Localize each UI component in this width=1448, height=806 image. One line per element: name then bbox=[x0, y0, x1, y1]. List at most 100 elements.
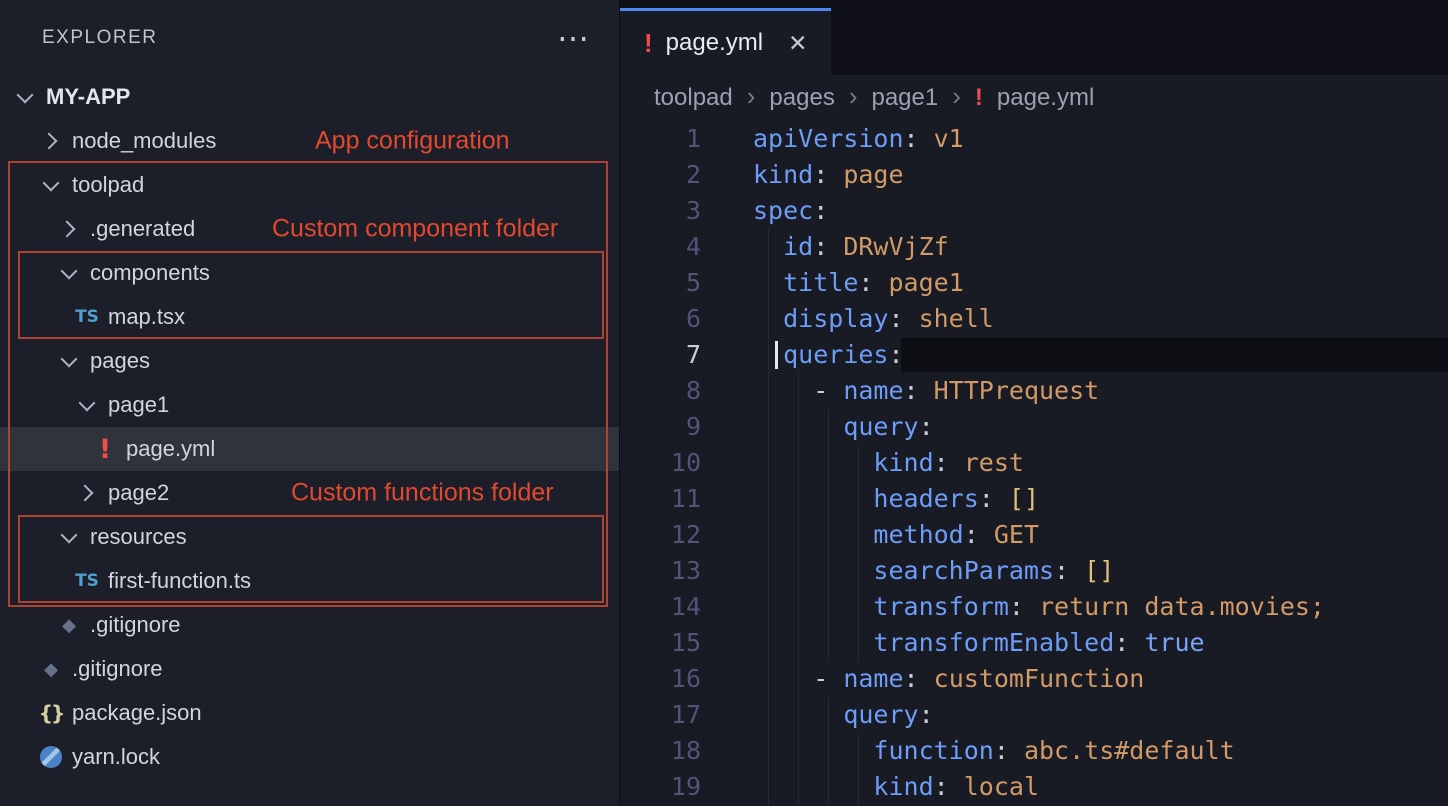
indent-guide bbox=[798, 661, 799, 697]
breadcrumb-item-toolpad[interactable]: toolpad bbox=[654, 84, 733, 112]
code-line-4[interactable]: 4 id: DRwVjZf bbox=[620, 229, 1448, 265]
indent-guide bbox=[798, 481, 799, 517]
breadcrumb: toolpad›pages›page1›!page.yml bbox=[620, 75, 1448, 121]
code-line-6[interactable]: 6 display: shell bbox=[620, 301, 1448, 337]
code-text: title: page1 bbox=[753, 265, 1448, 301]
code-line-16[interactable]: 16 - name: customFunction bbox=[620, 661, 1448, 697]
chevron-down-icon bbox=[56, 348, 82, 374]
indent-guide bbox=[858, 553, 859, 589]
indent-guide bbox=[768, 301, 769, 337]
code-line-14[interactable]: 14 transform: return data.movies; bbox=[620, 589, 1448, 625]
tree-item-package-json[interactable]: {}package.json bbox=[0, 691, 619, 735]
tab-label: page.yml bbox=[666, 29, 763, 57]
code-line-13[interactable]: 13 searchParams: [] bbox=[620, 553, 1448, 589]
indent-guide bbox=[828, 589, 829, 625]
indent-guide bbox=[768, 517, 769, 553]
code-line-2[interactable]: 2kind: page bbox=[620, 157, 1448, 193]
tree-item-page1[interactable]: page1 bbox=[0, 383, 619, 427]
tree-item-label: .generated bbox=[90, 216, 195, 242]
line-number: 10 bbox=[620, 445, 701, 481]
line-number: 1 bbox=[620, 121, 701, 157]
code-editor[interactable]: 1 apiVersion: v12kind: page3spec:4 id: DR… bbox=[620, 121, 1448, 806]
chevron-right-icon bbox=[56, 216, 82, 242]
chevron-right-icon bbox=[38, 128, 64, 154]
line-number: 15 bbox=[620, 625, 701, 661]
vscode-window: EXPLORER ⋯ MY-APP node_modulesApp config… bbox=[0, 0, 1448, 806]
indent-guide bbox=[828, 481, 829, 517]
chevron-down-icon bbox=[12, 84, 38, 110]
indent-guide bbox=[858, 481, 859, 517]
indent-guide bbox=[768, 661, 769, 697]
tree-item--generated[interactable]: .generatedCustom component folder bbox=[0, 207, 619, 251]
tree-root-my-app[interactable]: MY-APP bbox=[0, 75, 619, 119]
tree-item-label: components bbox=[90, 260, 210, 286]
indent-guide bbox=[768, 769, 769, 805]
indent-guide bbox=[858, 445, 859, 481]
code-line-1[interactable]: 1 apiVersion: v1 bbox=[620, 121, 1448, 157]
line-number: 9 bbox=[620, 409, 701, 445]
indent-guide bbox=[768, 733, 769, 769]
line-number: 3 bbox=[620, 193, 701, 229]
breadcrumb-separator: › bbox=[952, 81, 961, 112]
git-icon: ◆ bbox=[38, 656, 64, 682]
tree-item-label: toolpad bbox=[72, 172, 144, 198]
chevron-down-icon bbox=[56, 260, 82, 286]
code-line-17[interactable]: 17 query: bbox=[620, 697, 1448, 733]
indent-guide bbox=[828, 625, 829, 661]
tree-root-label: MY-APP bbox=[46, 84, 130, 110]
tree-item-components[interactable]: components bbox=[0, 251, 619, 295]
tree-item-first-function-ts[interactable]: TSfirst-function.ts bbox=[0, 559, 619, 603]
code-line-10[interactable]: 10 kind: rest bbox=[620, 445, 1448, 481]
tree-item-toolpad[interactable]: toolpad bbox=[0, 163, 619, 207]
tree-item-label: resources bbox=[90, 524, 187, 550]
code-line-15[interactable]: 15 transformEnabled: true bbox=[620, 625, 1448, 661]
tree-item-yarn-lock[interactable]: yarn.lock bbox=[0, 735, 619, 779]
code-text: query: bbox=[753, 409, 1448, 445]
code-text: transformEnabled: true bbox=[753, 625, 1448, 661]
annotation-text: Custom functions folder bbox=[291, 479, 554, 508]
more-actions-icon[interactable]: ⋯ bbox=[557, 22, 589, 54]
tree-item-label: page2 bbox=[108, 480, 169, 506]
code-text: kind: local bbox=[753, 769, 1448, 805]
line-number: 18 bbox=[620, 733, 701, 769]
tab-bar: ! page.yml ✕ bbox=[620, 0, 1448, 75]
tree-item-node-modules[interactable]: node_modulesApp configuration bbox=[0, 119, 619, 163]
indent-guide bbox=[768, 265, 769, 301]
code-text: queries: bbox=[753, 337, 1448, 373]
indent-guide bbox=[768, 445, 769, 481]
code-text: function: abc.ts#default bbox=[753, 733, 1448, 769]
tree-item-map-tsx[interactable]: TSmap.tsx bbox=[0, 295, 619, 339]
code-line-8[interactable]: 8 - name: HTTPrequest bbox=[620, 373, 1448, 409]
file-tree: node_modulesApp configuration toolpad .gen… bbox=[0, 119, 619, 779]
indent-guide bbox=[798, 589, 799, 625]
breadcrumb-item-page-yml[interactable]: page.yml bbox=[997, 84, 1094, 112]
close-icon[interactable]: ✕ bbox=[788, 30, 807, 57]
line-number: 2 bbox=[620, 157, 701, 193]
code-line-3[interactable]: 3spec: bbox=[620, 193, 1448, 229]
tree-item-page-yml[interactable]: !page.yml bbox=[0, 427, 619, 471]
code-text: apiVersion: v1 bbox=[753, 121, 1448, 157]
code-line-18[interactable]: 18 function: abc.ts#default bbox=[620, 733, 1448, 769]
indent-guide bbox=[798, 733, 799, 769]
code-line-5[interactable]: 5 title: page1 bbox=[620, 265, 1448, 301]
indent-guide bbox=[768, 409, 769, 445]
tree-item-page2[interactable]: page2 Custom functions folder bbox=[0, 471, 619, 515]
code-line-12[interactable]: 12 method: GET bbox=[620, 517, 1448, 553]
tree-item-pages[interactable]: pages bbox=[0, 339, 619, 383]
code-line-11[interactable]: 11 headers: [] bbox=[620, 481, 1448, 517]
code-line-19[interactable]: 19 kind: local bbox=[620, 769, 1448, 805]
tree-item-label: first-function.ts bbox=[108, 568, 251, 594]
tree-item-resources[interactable]: resources bbox=[0, 515, 619, 559]
tab-page-yml[interactable]: ! page.yml ✕ bbox=[620, 8, 831, 75]
warning-icon: ! bbox=[644, 28, 653, 59]
tree-item-label: pages bbox=[90, 348, 150, 374]
indent-guide bbox=[768, 697, 769, 733]
breadcrumb-item-pages[interactable]: pages bbox=[769, 84, 834, 112]
breadcrumb-item-page1[interactable]: page1 bbox=[871, 84, 938, 112]
code-text: headers: [] bbox=[753, 481, 1448, 517]
tree-item--gitignore[interactable]: ◆.gitignore bbox=[0, 647, 619, 691]
code-line-9[interactable]: 9 query: bbox=[620, 409, 1448, 445]
tree-item--gitignore[interactable]: ◆.gitignore bbox=[0, 603, 619, 647]
code-line-7[interactable]: 7 queries: bbox=[620, 337, 1448, 373]
indent-guide bbox=[858, 517, 859, 553]
